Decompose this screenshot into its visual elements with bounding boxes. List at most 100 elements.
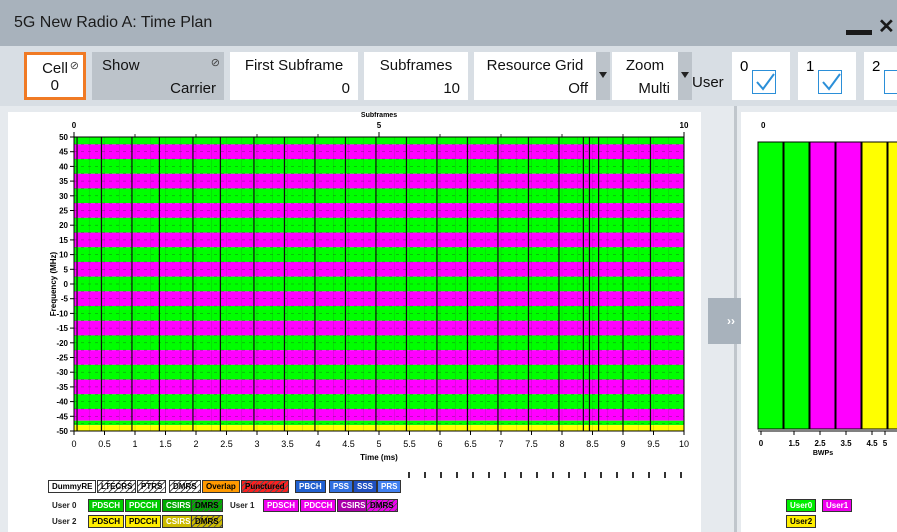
no-entry-icon: ⊘ <box>210 57 220 69</box>
chevron-down-icon[interactable] <box>596 52 610 100</box>
close-icon[interactable]: ✕ <box>878 14 895 39</box>
legend-chip: PBCH <box>295 480 326 493</box>
legend-chip: DummyRE <box>48 480 97 493</box>
bwp-bar <box>783 141 810 430</box>
legend-dot <box>648 472 650 478</box>
legend-dot <box>504 472 506 478</box>
legend-chip: DMRS <box>366 499 398 512</box>
x-tick-label: 2.5 <box>220 439 233 449</box>
x-tick-label: 0 <box>71 439 76 449</box>
y-tick-label: -40 <box>56 398 68 407</box>
zoom-label: Zoom <box>625 57 665 74</box>
zoom-dropdown[interactable]: Zoom Multi <box>612 52 692 100</box>
minimize-icon[interactable] <box>846 30 872 35</box>
checkbox-checked-icon[interactable] <box>818 70 842 94</box>
y-tick-label: 5 <box>64 265 69 274</box>
y-tick-label: 30 <box>59 192 68 201</box>
legend-user-label: User 0 <box>52 501 77 510</box>
no-entry-icon: ⊘ <box>69 60 79 72</box>
show-value: Carrier <box>170 80 216 97</box>
y-tick-label: -5 <box>61 295 69 304</box>
user-0-checkbox[interactable]: 0 <box>732 52 790 100</box>
legend-chip: PDCCH <box>125 499 162 512</box>
checkbox-checked-icon[interactable] <box>752 70 776 94</box>
legend-chip: CSIRS <box>337 499 370 512</box>
y-tick-label: 15 <box>59 236 68 245</box>
bwp-axis-label: BWPs <box>813 450 833 457</box>
checkbox-unchecked-icon[interactable] <box>884 70 897 94</box>
x-tick-label: 1 <box>132 439 137 449</box>
x-axis-label: Time (ms) <box>360 453 398 462</box>
first-subframe-label: First Subframe <box>244 57 344 74</box>
cell-selector[interactable]: Cell ⊘ 0 <box>24 52 86 100</box>
first-subframe-field[interactable]: First Subframe 0 <box>230 52 358 100</box>
show-selector[interactable]: Show ⊘ Carrier <box>92 52 224 100</box>
legend-chip: User1 <box>822 499 853 512</box>
legend-dot <box>600 472 602 478</box>
bwp-tick-label: 4.5 <box>866 439 878 448</box>
x-tick-label: 10 <box>679 439 689 449</box>
bwp-top-tick: 0 <box>761 121 766 130</box>
legend-chip: PTRS <box>137 480 167 493</box>
y-tick-label: -50 <box>56 427 68 436</box>
resource-grid-dropdown[interactable]: Resource Grid Off <box>474 52 610 100</box>
resource-grid-label: Resource Grid <box>486 57 584 74</box>
user-1-checkbox[interactable]: 1 <box>798 52 856 100</box>
time-plan-window: 5G New Radio A: Time Plan ✕ Cell ⊘ 0 Sho… <box>0 0 897 532</box>
x-tick-label: 2 <box>193 439 198 449</box>
x-tick-label: 7.5 <box>525 439 538 449</box>
subframes-value: 10 <box>443 80 460 97</box>
y-tick-label: -25 <box>56 354 68 363</box>
top-axis-tick-label: 5 <box>377 121 382 130</box>
legend-dot <box>584 472 586 478</box>
legend-dot <box>456 472 458 478</box>
y-tick-label: 35 <box>59 177 68 186</box>
subframes-field[interactable]: Subframes 10 <box>364 52 468 100</box>
legend-chip: DMRS <box>191 515 223 528</box>
y-tick-label: 50 <box>59 133 68 142</box>
time-plan-chart: 50454035302520151050-5-10-15-20-25-30-35… <box>8 112 701 532</box>
top-axis-tick-label: 0 <box>72 121 77 130</box>
legend-chip: SSS <box>353 480 378 493</box>
legend-chip: User2 <box>786 515 817 528</box>
bwp-bar <box>835 141 862 430</box>
x-tick-label: 9 <box>620 439 625 449</box>
x-tick-label: 0.5 <box>98 439 111 449</box>
y-tick-label: -15 <box>56 324 68 333</box>
top-axis-label: Subframes <box>361 112 397 119</box>
legend-dot <box>408 472 410 478</box>
legend-chip: PSS <box>329 480 354 493</box>
legend-chip: PDSCH <box>88 515 125 528</box>
legend-chip: DMRS <box>169 480 201 493</box>
chevron-down-icon[interactable] <box>678 52 692 100</box>
user-2-checkbox[interactable]: 2 <box>864 52 897 100</box>
x-tick-label: 8.5 <box>586 439 599 449</box>
legend-chip: CSIRS <box>162 515 195 528</box>
y-tick-label: -45 <box>56 412 68 421</box>
y-tick-label: -35 <box>56 383 68 392</box>
bwp-bar <box>757 141 784 430</box>
legend-dot <box>552 472 554 478</box>
legend-chip: Overlap <box>202 480 240 493</box>
x-tick-label: 8 <box>559 439 564 449</box>
resource-grid-value: Off <box>568 80 588 97</box>
x-tick-label: 7 <box>498 439 503 449</box>
y-tick-label: -30 <box>56 368 68 377</box>
window-title: 5G New Radio A: Time Plan <box>14 14 213 31</box>
y-tick-label: 10 <box>59 251 68 260</box>
x-tick-label: 6 <box>437 439 442 449</box>
legend-user-label: User 1 <box>230 501 255 510</box>
y-tick-label: 0 <box>64 280 69 289</box>
x-tick-label: 3 <box>254 439 259 449</box>
x-tick-label: 4 <box>315 439 320 449</box>
bwp-bar <box>809 141 836 430</box>
legend-dot <box>472 472 474 478</box>
user-0-number: 0 <box>740 58 749 75</box>
cell-value: 0 <box>50 77 59 94</box>
bwp-tick-label: 0 <box>759 439 764 448</box>
top-axis-tick-label: 10 <box>680 121 689 130</box>
zoom-value: Multi <box>638 80 670 97</box>
y-tick-label: 20 <box>59 221 68 230</box>
legend-dot <box>488 472 490 478</box>
y-tick-label: -10 <box>56 309 68 318</box>
